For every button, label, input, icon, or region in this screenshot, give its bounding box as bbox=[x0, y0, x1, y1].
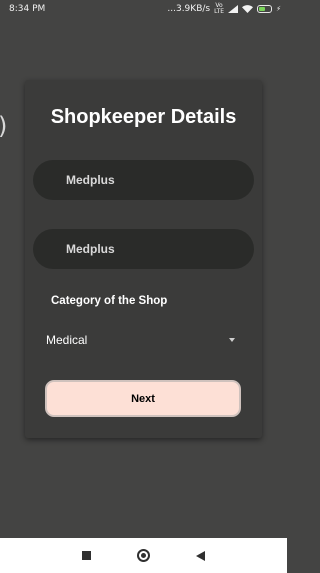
wifi-icon bbox=[242, 5, 254, 13]
shop-name-value: Medplus bbox=[66, 173, 115, 187]
background-partial-glyph: ) bbox=[0, 112, 7, 140]
category-label: Category of the Shop bbox=[51, 295, 168, 307]
category-dropdown[interactable]: Medical bbox=[46, 329, 236, 351]
shopkeeper-details-card: Shopkeeper Details Medplus Medplus Categ… bbox=[25, 80, 262, 438]
shop-detail-value: Medplus bbox=[66, 242, 115, 256]
dropdown-arrow-icon bbox=[229, 338, 235, 342]
next-button[interactable]: Next bbox=[45, 380, 241, 417]
network-speed: ...3.9KB/s bbox=[167, 4, 211, 14]
status-indicators: ...3.9KB/s Vo LTE ⚡ bbox=[167, 3, 281, 15]
next-button-label: Next bbox=[131, 392, 155, 405]
shop-name-field[interactable]: Medplus bbox=[33, 160, 254, 200]
recents-square-icon[interactable] bbox=[82, 551, 91, 560]
home-circle-icon[interactable] bbox=[137, 549, 150, 562]
back-triangle-icon[interactable] bbox=[196, 550, 205, 561]
status-time: 8:34 PM bbox=[9, 4, 46, 14]
system-nav-bar bbox=[0, 538, 287, 573]
shop-detail-field[interactable]: Medplus bbox=[33, 229, 254, 269]
page-title: Shopkeeper Details bbox=[50, 106, 237, 128]
category-selected-value: Medical bbox=[46, 333, 88, 347]
battery-icon bbox=[257, 5, 273, 13]
status-bar: 8:34 PM ...3.9KB/s Vo LTE ⚡ bbox=[0, 0, 287, 18]
charging-icon: ⚡ bbox=[276, 5, 281, 13]
volte-indicator: Vo LTE bbox=[214, 2, 225, 15]
signal-icon bbox=[228, 5, 239, 13]
